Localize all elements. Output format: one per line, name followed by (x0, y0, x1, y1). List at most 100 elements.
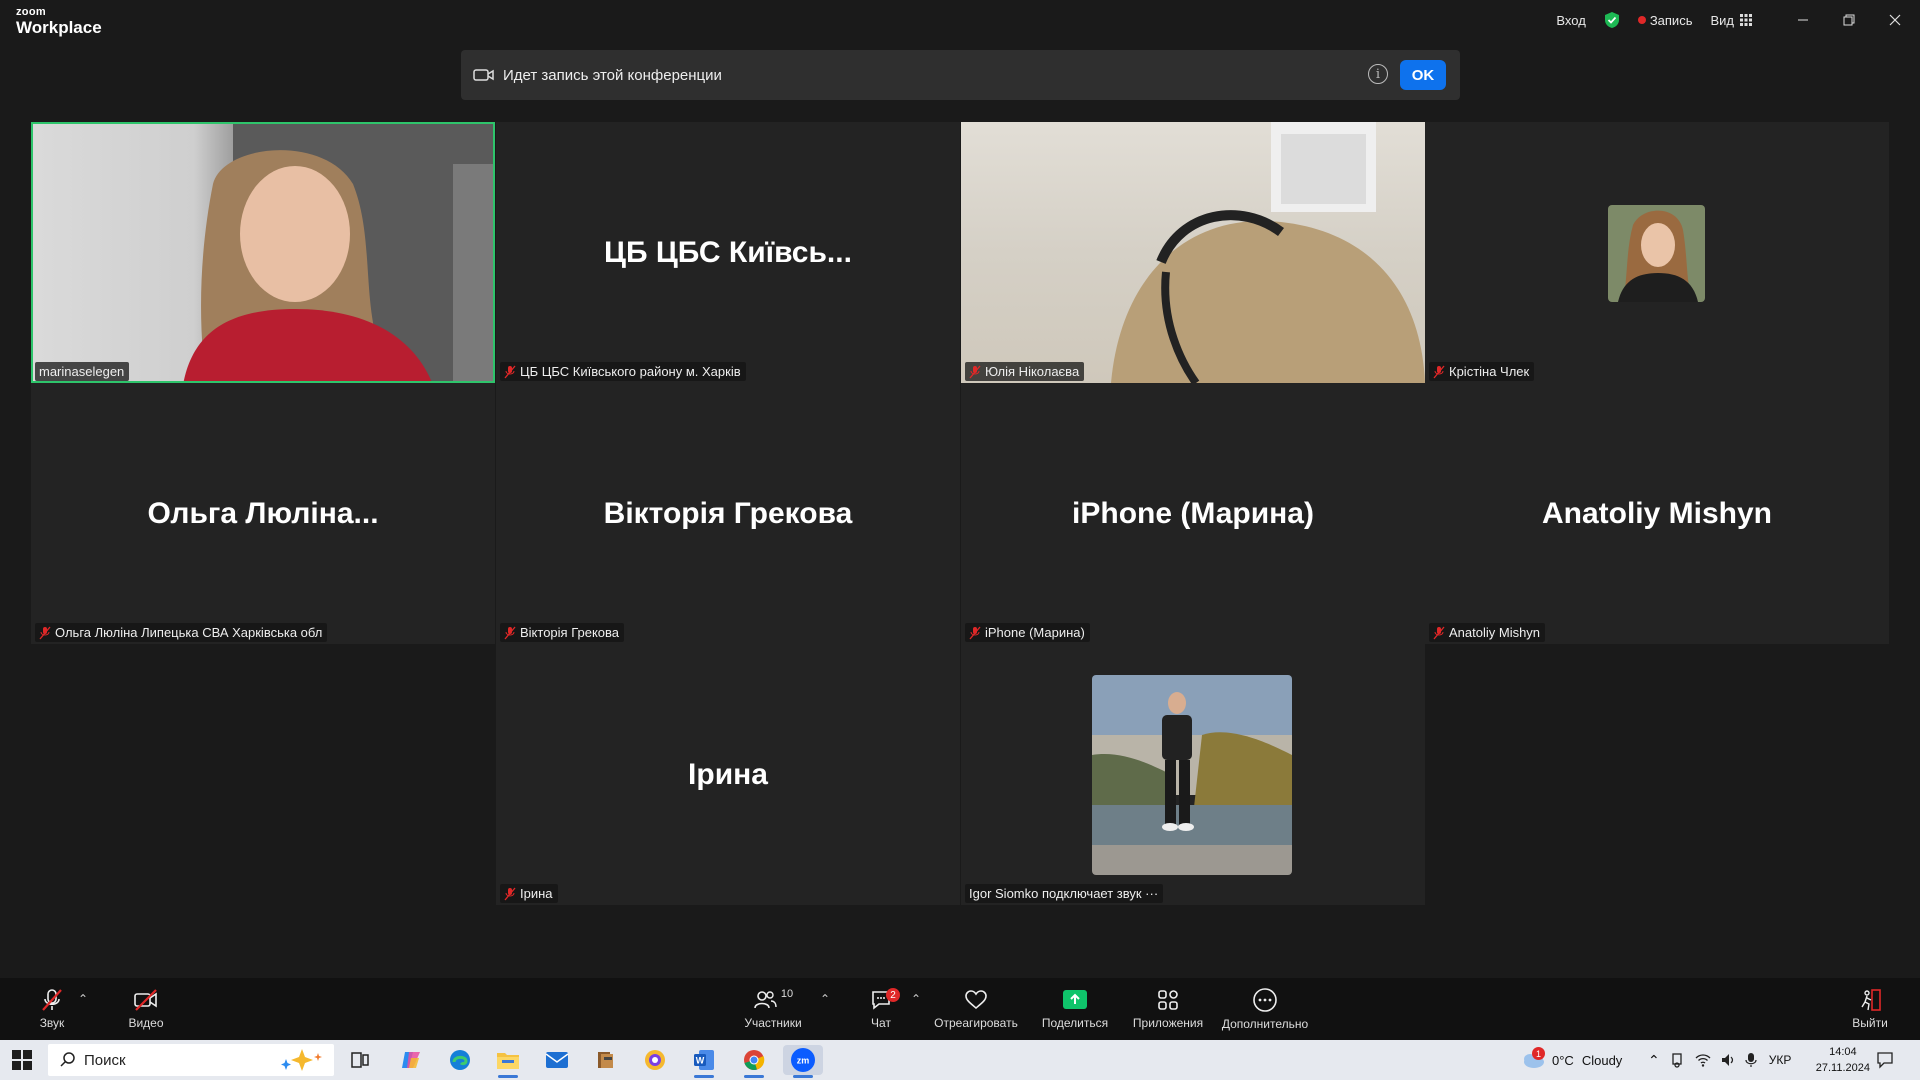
close-button[interactable] (1872, 0, 1918, 40)
participant-name-tag: Ольга Люліна Липецька СВА Харківська обл (35, 623, 328, 642)
windows-taskbar: Поиск W zm 1 0°C Cloudy ⌃ УКР 14:04 27.1… (0, 1040, 1920, 1080)
copilot-app[interactable] (391, 1045, 431, 1075)
chromium-app[interactable] (635, 1045, 675, 1075)
svg-text:zm: zm (797, 1056, 810, 1066)
mail-app[interactable] (537, 1045, 577, 1075)
video-button[interactable]: Видео (126, 978, 166, 1040)
edge-app[interactable] (440, 1045, 480, 1075)
audio-button[interactable]: Звук (34, 978, 70, 1040)
logo-bottom: Workplace (16, 18, 102, 37)
leave-button[interactable]: Выйти (1852, 978, 1888, 1040)
participant-display-name: ЦБ ЦБС Київсь... (604, 235, 852, 269)
volume-icon[interactable] (1720, 1052, 1736, 1068)
participant-name: Крістіна Члек (1449, 364, 1530, 379)
weather-temperature: 0°C (1552, 1052, 1574, 1068)
taskbar-search-box[interactable]: Поиск (48, 1044, 334, 1076)
participants-button[interactable]: 10 Участники (741, 978, 805, 1040)
login-button[interactable]: Вход (1556, 13, 1585, 28)
participant-name-tag: Юлія Ніколаєва (965, 362, 1085, 381)
task-view-button[interactable] (340, 1045, 380, 1075)
clock-date: 27.11.2024 (1815, 1062, 1870, 1074)
video-tile-marinaselegen[interactable]: marinaselegen (31, 122, 495, 383)
chrome-icon (744, 1050, 765, 1070)
recording-indicator[interactable]: Запись (1637, 13, 1692, 28)
zoom-logo: zoom Workplace (16, 7, 102, 37)
react-button[interactable]: Отреагировать (933, 978, 1019, 1040)
chrome-app[interactable] (734, 1045, 774, 1078)
word-app[interactable]: W (684, 1045, 724, 1078)
video-tile-olga[interactable]: Ольга Люліна... Ольга Люліна Липецька СВ… (31, 383, 495, 644)
weather-condition: Cloudy (1581, 1052, 1623, 1068)
zoom-icon: zm (791, 1048, 815, 1072)
banner-ok-button[interactable]: OK (1400, 60, 1446, 90)
more-button[interactable]: Дополнительно (1220, 978, 1310, 1040)
zoom-app[interactable]: zm (783, 1045, 823, 1078)
start-button[interactable] (12, 1050, 32, 1075)
video-tile-cb-cbs[interactable]: ЦБ ЦБС Київсь... ЦБ ЦБС Київського район… (496, 122, 960, 383)
edge-browser-icon (450, 1050, 470, 1070)
mail-icon (545, 1052, 569, 1068)
word-icon: W (694, 1050, 714, 1070)
minimize-icon (1798, 19, 1808, 21)
meet-now-icon[interactable] (1670, 1052, 1686, 1068)
audio-label: Звук (39, 1016, 65, 1030)
participant-name: Anatoliy Mishyn (1449, 625, 1541, 640)
restore-button[interactable] (1826, 0, 1872, 40)
video-tile-anatoliy[interactable]: Anatoliy Mishyn Anatoliy Mishyn (1425, 383, 1889, 644)
taskbar-clock[interactable]: 14:04 27.11.2024 (1816, 1044, 1870, 1076)
participants-options-chevron-icon[interactable]: ⌃ (820, 992, 830, 1006)
notifications-button[interactable] (1876, 1040, 1894, 1080)
input-language[interactable]: УКР (1769, 1053, 1792, 1067)
security-shield-icon[interactable] (1604, 11, 1620, 29)
participant-name-tag: Вікторія Грекова (500, 623, 625, 642)
browser-icon (645, 1050, 665, 1070)
participant-avatar (1092, 675, 1292, 875)
participant-name-tag: Anatoliy Mishyn (1429, 623, 1546, 642)
notification-icon (1877, 1052, 1893, 1069)
participant-name-tag: Ірина (500, 884, 558, 903)
apps-button[interactable]: Приложения (1131, 978, 1205, 1040)
info-icon[interactable]: i (1368, 64, 1388, 84)
participant-name: Вікторія Грекова (520, 625, 620, 640)
microphone-icon[interactable] (1745, 1052, 1757, 1068)
mic-muted-icon (1433, 365, 1445, 378)
video-tile-iryna[interactable]: Ірина Ірина (496, 644, 960, 905)
restore-icon (1843, 14, 1855, 26)
video-tile-iphone-marina[interactable]: iPhone (Марина) iPhone (Марина) (961, 383, 1425, 644)
mic-muted-icon (969, 365, 981, 378)
minimize-button[interactable] (1780, 0, 1826, 40)
video-tile-viktoria[interactable]: Вікторія Грекова Вікторія Грекова (496, 383, 960, 644)
chat-options-chevron-icon[interactable]: ⌃ (911, 992, 921, 1006)
participant-name-tag: iPhone (Марина) (965, 623, 1090, 642)
show-hidden-icons-chevron-icon[interactable]: ⌃ (1648, 1052, 1660, 1069)
weather-widget[interactable]: 1 0°C Cloudy (1520, 1040, 1622, 1080)
recording-camera-icon (473, 69, 494, 81)
participants-icon (754, 991, 777, 1009)
search-placeholder: Поиск (84, 1051, 126, 1069)
video-tile-igor[interactable]: Igor Siomko подключает звук ··· (961, 644, 1425, 905)
view-label: Вид (1710, 12, 1734, 28)
mic-muted-icon (42, 989, 62, 1011)
system-tray: ⌃ УКР (1648, 1040, 1791, 1080)
leave-icon (1861, 989, 1881, 1011)
participant-name-tag: marinaselegen (35, 362, 130, 381)
mic-muted-icon (504, 365, 516, 378)
video-off-icon (134, 989, 157, 1011)
view-button[interactable]: Вид (1710, 13, 1752, 28)
mic-muted-icon (504, 626, 516, 639)
archive-icon (598, 1052, 613, 1068)
share-button[interactable]: Поделиться (1040, 978, 1110, 1040)
copilot-icon (402, 1052, 420, 1068)
title-bar: zoom Workplace Вход Запись Вид (0, 0, 1920, 44)
file-explorer-app[interactable] (488, 1045, 528, 1078)
chat-label: Чат (871, 1016, 891, 1030)
mic-muted-icon (504, 887, 516, 900)
participant-name: Юлія Ніколаєва (985, 364, 1080, 379)
folder-icon (497, 1053, 519, 1069)
video-tile-yulia[interactable]: Юлія Ніколаєва (961, 122, 1425, 383)
video-tile-kristina[interactable]: Крістіна Члек (1425, 122, 1889, 383)
audio-options-chevron-icon[interactable]: ⌃ (78, 992, 88, 1006)
network-wifi-icon[interactable] (1695, 1052, 1711, 1068)
archive-app[interactable] (586, 1045, 626, 1075)
share-screen-icon (1063, 990, 1087, 1009)
